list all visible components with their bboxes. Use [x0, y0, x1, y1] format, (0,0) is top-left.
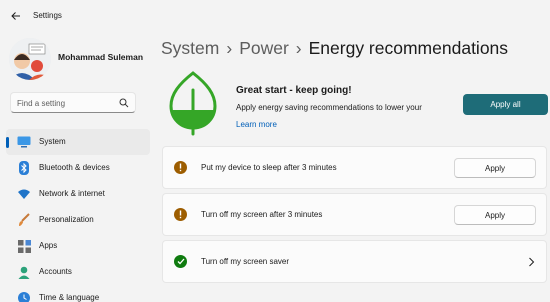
selection-indicator: [6, 137, 9, 148]
apply-screen-off-button[interactable]: Apply: [454, 205, 536, 225]
learn-more-link[interactable]: Learn more: [236, 120, 277, 129]
bluetooth-icon: [17, 161, 31, 175]
sidebar-item-label: System: [39, 137, 66, 146]
breadcrumb-system[interactable]: System: [161, 38, 219, 58]
sidebar-nav: System Bluetooth & devices Network & int…: [6, 129, 150, 302]
sidebar-item-time-language[interactable]: Time & language: [6, 285, 150, 302]
avatar-image: [9, 38, 51, 80]
search-input[interactable]: [17, 96, 117, 110]
clock-globe-icon: [17, 291, 31, 302]
hero-description: Apply energy saving recommendations to l…: [236, 103, 422, 112]
sidebar: Mohammad Suleman System Bluetooth & devi…: [0, 32, 150, 302]
hero-title: Great start - keep going!: [236, 85, 352, 96]
checkmark-icon: [174, 255, 187, 268]
recommendation-screen-saver[interactable]: Turn off my screen saver: [162, 240, 547, 283]
search-box[interactable]: [10, 92, 136, 113]
breadcrumb-separator: ›: [295, 38, 302, 58]
sidebar-item-label: Accounts: [39, 267, 72, 276]
breadcrumb-power[interactable]: Power: [239, 38, 289, 58]
app-title: Settings: [33, 11, 62, 20]
energy-hero: Great start - keep going! Apply energy s…: [161, 70, 550, 140]
search-icon[interactable]: [119, 98, 129, 108]
sidebar-item-label: Network & internet: [39, 189, 105, 198]
warning-icon: [174, 161, 187, 174]
brush-icon: [17, 213, 31, 227]
recommendation-label: Turn off my screen after 3 minutes: [201, 210, 323, 219]
user-profile[interactable]: Mohammad Suleman: [9, 38, 149, 80]
person-icon: [17, 265, 31, 279]
sidebar-item-label: Time & language: [39, 293, 100, 302]
wifi-icon: [17, 187, 31, 201]
recommendation-label: Turn off my screen saver: [201, 257, 290, 266]
sidebar-item-personalization[interactable]: Personalization: [6, 207, 150, 233]
sidebar-item-system[interactable]: System: [6, 129, 150, 155]
breadcrumb-separator: ›: [226, 38, 233, 58]
recommendation-screen-off: Turn off my screen after 3 minutes Apply: [162, 193, 547, 236]
leaf-icon: [169, 71, 217, 136]
recommendation-sleep: Put my device to sleep after 3 minutes A…: [162, 146, 547, 189]
sidebar-item-apps[interactable]: Apps: [6, 233, 150, 259]
back-button[interactable]: [6, 6, 26, 26]
avatar: [9, 38, 51, 80]
apply-sleep-button[interactable]: Apply: [454, 158, 536, 178]
sidebar-item-label: Personalization: [39, 215, 94, 224]
monitor-icon: [17, 135, 31, 149]
apps-icon: [17, 239, 31, 253]
recommendation-label: Put my device to sleep after 3 minutes: [201, 163, 337, 172]
sidebar-item-accounts[interactable]: Accounts: [6, 259, 150, 285]
title-bar: Settings: [0, 0, 550, 32]
warning-icon: [174, 208, 187, 221]
sidebar-item-label: Bluetooth & devices: [39, 163, 110, 172]
page-title: Energy recommendations: [308, 38, 509, 58]
sidebar-item-network-internet[interactable]: Network & internet: [6, 181, 150, 207]
apply-all-button[interactable]: Apply all: [463, 94, 548, 115]
chevron-right-icon[interactable]: [526, 256, 536, 268]
user-name: Mohammad Suleman: [58, 52, 144, 62]
arrow-left-icon: [11, 12, 20, 20]
sidebar-item-label: Apps: [39, 241, 58, 250]
sidebar-item-bluetooth-devices[interactable]: Bluetooth & devices: [6, 155, 150, 181]
breadcrumb: System › Power › Energy recommendations: [161, 38, 508, 59]
